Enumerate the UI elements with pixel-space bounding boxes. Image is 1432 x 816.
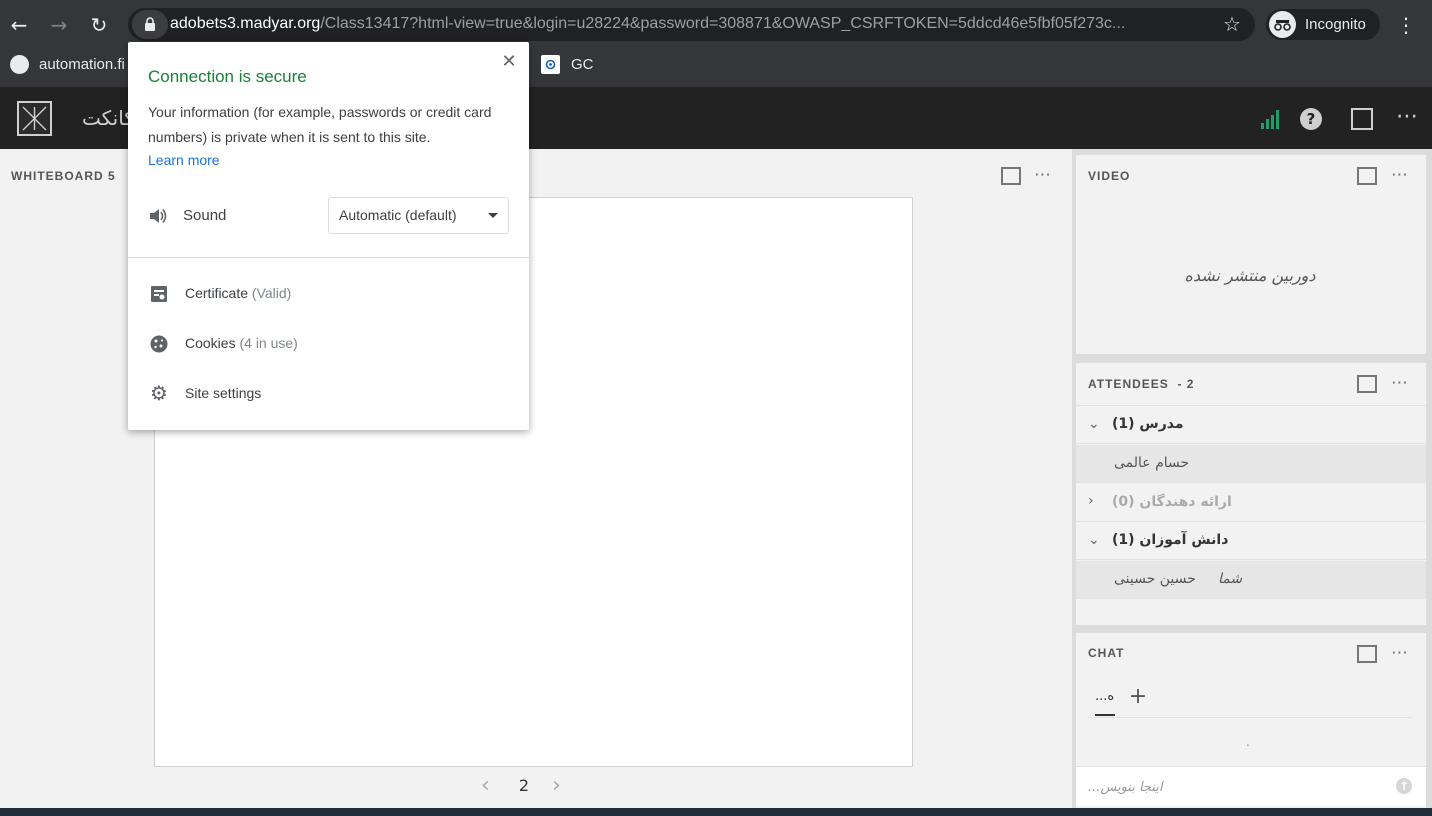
app-title: کانکت [82,106,134,130]
site-info-button[interactable] [132,10,168,39]
popup-title: Connection is secure [148,67,307,86]
you-label: شما [1218,571,1243,587]
whiteboard-maximize-icon[interactable] [1001,167,1021,185]
chat-title: CHAT [1088,646,1125,660]
group-label-presenters: ارائه دهندگان (0) [1112,494,1232,510]
gear-icon: ⚙ [150,381,168,405]
site-settings-item[interactable]: Site settings [185,385,261,401]
attendees-title: ATTENDEES - 2 [1088,377,1195,391]
chat-tab[interactable]: ...ه [1095,689,1117,704]
cookies-label: Cookies [185,335,236,351]
chat-maximize-icon[interactable] [1357,645,1377,663]
dropdown-arrow-icon [488,213,498,218]
os-taskbar [0,808,1432,816]
url-text[interactable]: adobets3.madyar.org/Class13417?html-view… [170,15,1200,33]
camera-not-published-text: دوربین منتشر نشده [1184,266,1316,285]
chat-input[interactable] [1088,776,1368,798]
cookies-item[interactable]: Cookies (4 in use) [185,335,298,351]
attendees-more-icon[interactable]: ⋯ [1391,374,1408,392]
whiteboard-title: WHITEBOARD 5 [11,169,116,183]
whiteboard-more-icon[interactable]: ⋯ [1034,166,1051,184]
send-icon[interactable]: ↑ [1396,778,1412,794]
prev-page-icon[interactable]: ‹ [481,775,497,797]
gc-favicon-icon [541,55,560,74]
lock-icon [145,17,155,31]
chat-tab-underline [1095,714,1115,716]
video-more-icon[interactable]: ⋯ [1391,166,1408,184]
globe-icon [10,55,29,74]
app-more-icon[interactable]: ⋯ [1396,104,1420,130]
group-label-hosts: مدرس (1) [1112,416,1184,432]
certificate-label: Certificate [185,285,249,301]
forward-arrow-icon[interactable]: → [46,12,72,38]
sound-label: Sound [183,207,227,224]
reload-icon[interactable]: ↻ [86,12,112,38]
popup-divider [128,257,529,258]
app-logo-icon [17,101,52,136]
sound-select-value: Automatic (default) [339,207,457,223]
chat-more-icon[interactable]: ⋯ [1391,644,1408,662]
attendees-maximize-icon[interactable] [1357,375,1377,393]
bookmark-gc[interactable]: GC [571,56,594,73]
cookie-icon [149,334,169,354]
incognito-icon [1269,11,1296,38]
bookmark-automation[interactable]: automation.fi [39,56,125,73]
add-chat-tab-icon[interactable]: + [1128,685,1148,709]
certificate-icon [149,284,169,304]
connection-signal-icon[interactable] [1260,108,1282,130]
chevron-right-icon[interactable]: › [1088,493,1094,509]
video-title: VIDEO [1088,169,1131,183]
cookies-status: (4 in use) [239,335,298,351]
certificate-item[interactable]: Certificate (Valid) [185,285,291,301]
group-label-participants: دانش آموزان (1) [1112,532,1229,548]
chat-message: . [1246,735,1250,749]
url-path: /Class13417?html-view=true&login=u28224&… [320,15,1126,32]
fullscreen-icon[interactable] [1351,108,1373,130]
page-number: 2 [518,776,530,795]
browser-menu-icon[interactable]: ⋮ [1396,12,1416,38]
learn-more-link[interactable]: Learn more [148,152,220,168]
popup-description: Your information (for example, passwords… [148,104,492,145]
bookmark-star-icon[interactable]: ☆ [1220,12,1244,36]
video-maximize-icon[interactable] [1357,167,1377,185]
attendee-name: حسین حسینی [1114,571,1196,587]
attendee-name: حسام عالمی [1114,455,1190,471]
chevron-down-icon[interactable]: ⌄ [1088,416,1100,432]
url-host: adobets3.madyar.org [170,15,321,32]
help-icon[interactable]: ? [1300,108,1322,130]
next-page-icon[interactable]: › [552,775,568,797]
certificate-status: (Valid) [251,285,292,301]
close-icon[interactable]: ✕ [498,51,520,73]
chat-tabs-divider [1089,717,1412,718]
chevron-down-icon[interactable]: ⌄ [1088,532,1100,548]
back-arrow-icon[interactable]: ← [6,12,32,38]
speaker-icon [148,206,168,226]
incognito-label: Incognito [1305,16,1366,33]
